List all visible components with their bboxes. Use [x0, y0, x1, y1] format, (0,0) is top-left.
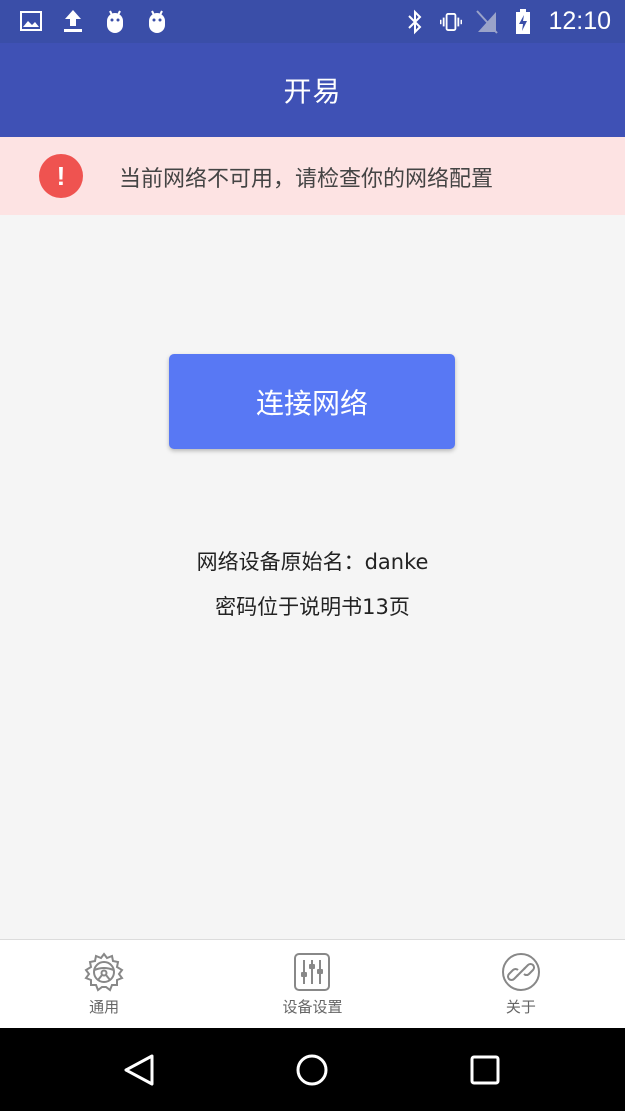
bottom-nav: 通用 设备设置 关于	[0, 939, 625, 1028]
link-icon	[501, 952, 541, 992]
nav-label-about: 关于	[505, 998, 536, 1016]
android-icon	[146, 8, 168, 34]
sliders-icon	[292, 952, 332, 992]
back-icon[interactable]	[117, 1048, 161, 1092]
image-icon	[20, 8, 42, 34]
nav-item-general[interactable]: 通用	[0, 940, 208, 1028]
password-hint-text: 密码位于说明书13页	[215, 595, 410, 619]
nav-item-device-settings[interactable]: 设备设置	[208, 940, 416, 1028]
nav-label-general: 通用	[89, 998, 120, 1016]
bluetooth-icon	[404, 9, 426, 35]
steering-wheel-gear-icon	[84, 952, 124, 992]
no-sim-icon	[476, 9, 499, 35]
system-nav-bar	[0, 1028, 625, 1111]
alert-message: 当前网络不可用，请检查你的网络配置	[119, 167, 494, 192]
vibrate-icon	[440, 9, 463, 35]
status-bar-left-icons	[20, 8, 168, 34]
status-bar: 12:10	[0, 0, 625, 43]
device-name-text: 网络设备原始名：danke	[196, 550, 429, 574]
network-alert-banner: ! 当前网络不可用，请检查你的网络配置	[0, 137, 625, 215]
android-icon	[104, 8, 126, 34]
nav-label-device-settings: 设备设置	[282, 998, 343, 1016]
nav-item-about[interactable]: 关于	[417, 940, 625, 1028]
clock: 12:10	[548, 7, 611, 35]
app-title: 开易	[283, 75, 342, 108]
connect-network-button[interactable]: 连接网络	[169, 354, 455, 449]
home-icon[interactable]	[290, 1048, 334, 1092]
app-bar: 开易	[0, 43, 625, 137]
battery-charging-icon	[512, 8, 534, 35]
upload-icon	[62, 8, 84, 34]
status-bar-right-icons: 12:10	[404, 7, 611, 36]
exclamation-icon: !	[39, 154, 83, 198]
recents-icon[interactable]	[463, 1048, 507, 1092]
